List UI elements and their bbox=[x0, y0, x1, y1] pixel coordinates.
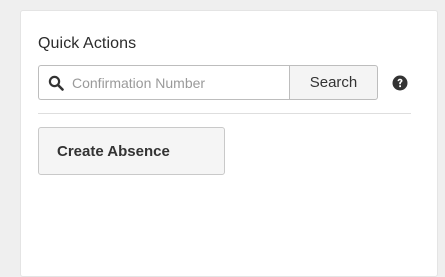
section-divider bbox=[38, 113, 411, 114]
search-button[interactable]: Search bbox=[289, 65, 378, 100]
create-absence-button[interactable]: Create Absence bbox=[38, 127, 225, 175]
panel-title: Quick Actions bbox=[38, 35, 137, 52]
question-circle-icon[interactable] bbox=[392, 75, 408, 91]
quick-actions-panel: Quick Actions Search Create Absence bbox=[20, 10, 438, 277]
search-field[interactable] bbox=[38, 65, 289, 100]
search-icon bbox=[48, 75, 64, 91]
confirmation-search: Search bbox=[38, 65, 408, 100]
confirmation-number-input[interactable] bbox=[72, 74, 272, 91]
